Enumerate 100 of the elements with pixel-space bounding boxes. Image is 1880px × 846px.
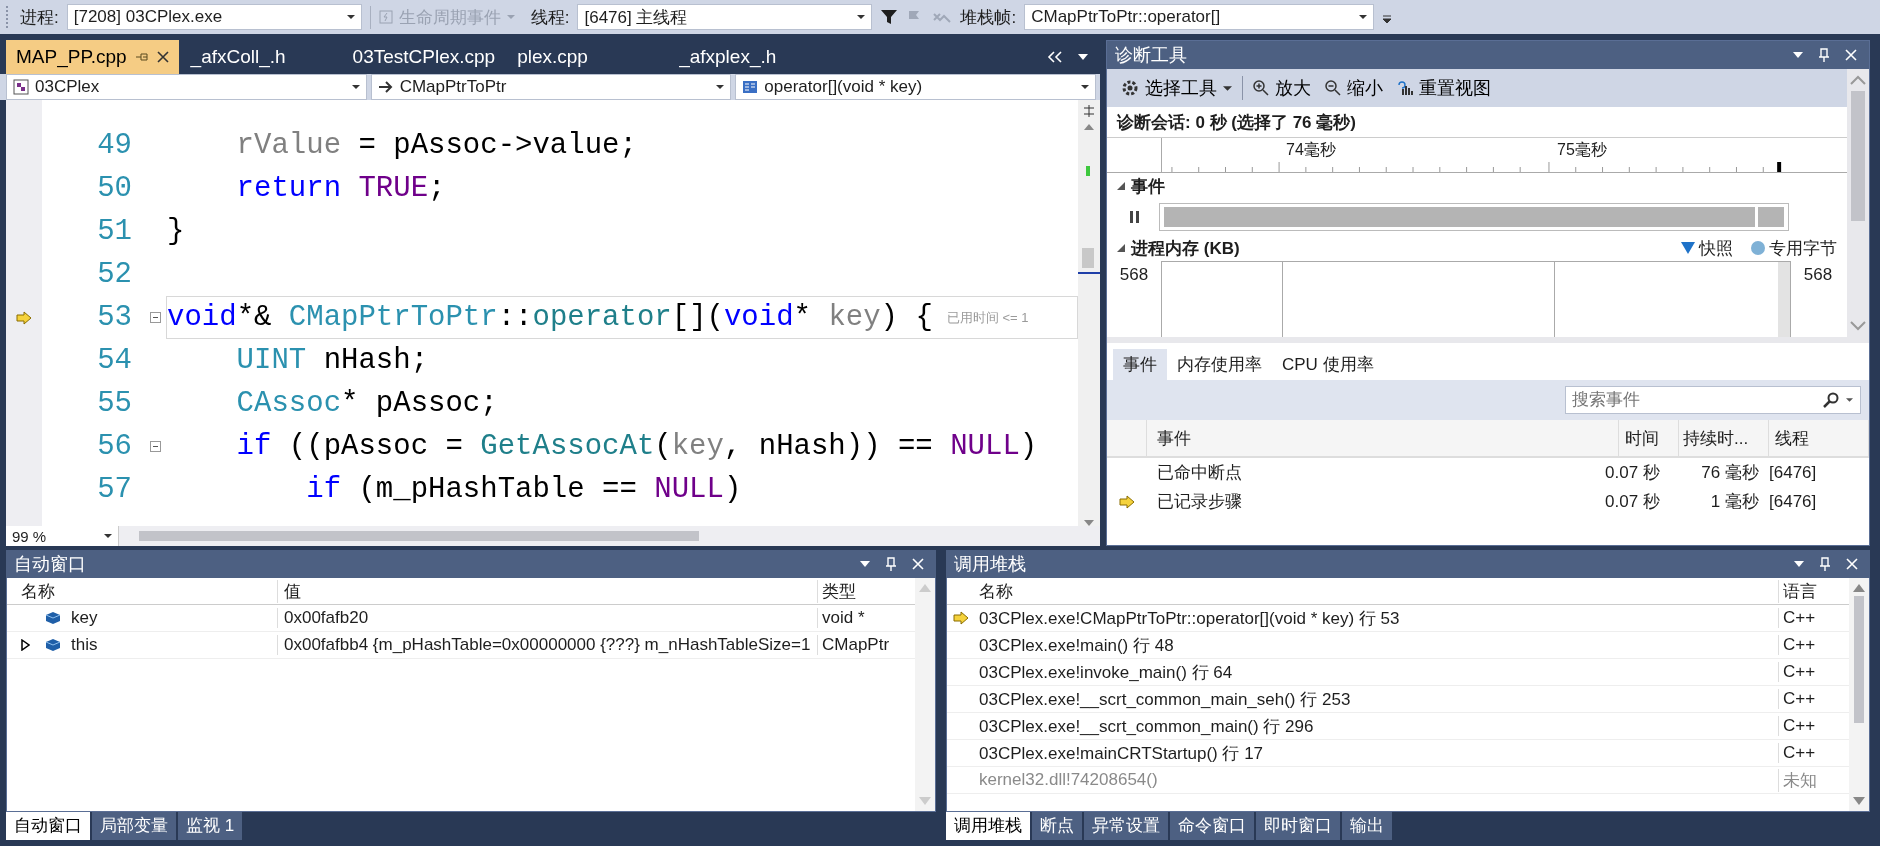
stack-frame[interactable]: 03CPlex.exe!main() 行 48: [975, 633, 1778, 657]
pin-icon[interactable]: [1819, 48, 1829, 62]
collapse-icon[interactable]: [1117, 182, 1125, 190]
caret-icon[interactable]: [1359, 15, 1368, 19]
code-line: CAssoc* pAssoc;: [235, 387, 498, 420]
scroll-tabs-icon[interactable]: [1046, 51, 1064, 63]
stack-frame[interactable]: 03CPlex.exe!__scrt_common_main_seh() 行 253: [975, 687, 1778, 711]
collapse-icon[interactable]: [1117, 244, 1125, 252]
scroll-up-icon[interactable]: [1853, 584, 1865, 592]
pin-icon[interactable]: [1820, 557, 1830, 571]
thread-label: 线程:: [530, 6, 570, 29]
panel-title: 诊断工具: [1115, 44, 1187, 67]
search-icon[interactable]: [1823, 392, 1839, 408]
split-icon[interactable]: [1082, 104, 1096, 118]
column-header[interactable]: 事件: [1147, 420, 1619, 456]
column-header[interactable]: 时间: [1619, 420, 1679, 456]
tool-window-tab[interactable]: 异常设置: [1084, 812, 1168, 840]
zoom-dropdown[interactable]: 99 %: [6, 526, 119, 546]
tool-window-tab[interactable]: 自动窗口: [6, 812, 90, 840]
process-label: 进程:: [20, 6, 59, 29]
caret-icon[interactable]: [346, 15, 355, 19]
pin-icon[interactable]: [134, 51, 149, 63]
column-header[interactable]: 名称: [7, 579, 277, 603]
line-number: 51: [96, 215, 133, 248]
tool-window-tab[interactable]: 命令窗口: [1170, 812, 1254, 840]
caret-icon[interactable]: [1846, 398, 1853, 402]
caret-icon[interactable]: [351, 85, 360, 89]
stack-frame[interactable]: 03CPlex.exe!__scrt_common_main() 行 296: [975, 714, 1778, 738]
caret-icon[interactable]: [716, 85, 725, 89]
table-cell-text: 1 毫秒: [1709, 491, 1760, 513]
variable-value: 0x00fafbb4 {m_pHashTable=0x00000000 {???} m_nHashTableSize=1: [277, 635, 817, 655]
vertical-scrollbar[interactable]: [1849, 578, 1869, 811]
caret-icon[interactable]: [104, 534, 112, 538]
code-line: return TRUE;: [235, 172, 446, 205]
navigation-dropdown[interactable]: CMapPtrToPtr: [370, 74, 732, 100]
variable-icon: [45, 611, 61, 625]
diagnostics-tab[interactable]: CPU 使用率: [1272, 349, 1384, 380]
navigation-dropdown[interactable]: operator[](void * key): [735, 74, 1096, 100]
document-tab[interactable]: _afxplex_.h: [669, 40, 830, 74]
tool-window-tab[interactable]: 监视 1: [178, 812, 243, 840]
column-header[interactable]: 持续时...: [1679, 420, 1769, 456]
stack-frame[interactable]: 03CPlex.exe!invoke_main() 行 64: [975, 660, 1778, 684]
panel-title: 自动窗口: [14, 553, 86, 576]
table-cell-text: [6476]: [1768, 491, 1818, 512]
method-icon: [742, 79, 759, 95]
document-tab[interactable]: plex.cpp: [507, 40, 668, 74]
column-header[interactable]: 值: [277, 579, 817, 603]
code-editor[interactable]: [6, 100, 1078, 526]
stack-frame[interactable]: 03CPlex.exe!mainCRTStartup() 行 17: [975, 741, 1778, 765]
document-tab[interactable]: MAP_PP.cpp: [6, 40, 179, 74]
caret-icon[interactable]: [857, 15, 866, 19]
collapse-icon[interactable]: [149, 312, 161, 323]
navigation-dropdown[interactable]: 03CPlex: [6, 74, 367, 100]
stack-frame[interactable]: kernel32.dll!74208654(): [975, 770, 1778, 790]
caret-icon[interactable]: [1081, 85, 1089, 89]
collapse-icon[interactable]: [149, 441, 161, 452]
dropdown-icon[interactable]: [1793, 52, 1803, 58]
dropdown-icon[interactable]: [860, 561, 870, 567]
thread-dropdown[interactable]: [6476] 主线程: [577, 4, 873, 30]
table-cell-text: 已记录步骤: [1156, 491, 1243, 513]
current-step-arrow-icon: [1119, 494, 1135, 509]
expand-icon[interactable]: [21, 639, 30, 651]
section-label: 事件: [1131, 175, 1165, 198]
select-tool-button[interactable]: 选择工具: [1117, 72, 1236, 104]
scroll-up-icon[interactable]: [1084, 124, 1094, 130]
ruler-label: 74毫秒: [1286, 140, 1336, 160]
tool-window-tab[interactable]: 局部变量: [92, 812, 176, 840]
pin-icon[interactable]: [886, 557, 896, 571]
legend-label: 快照: [1699, 237, 1733, 260]
search-field[interactable]: 搜索事件: [1565, 386, 1861, 414]
line-number: 53: [96, 301, 133, 334]
process-dropdown[interactable]: [7208] 03CPlex.exe: [66, 4, 362, 30]
stack-frame[interactable]: 03CPlex.exe!CMapPtrToPtr::operator[](void * key) 行 53: [975, 606, 1778, 630]
zoom-in-button[interactable]: 放大: [1249, 72, 1315, 104]
ruler-label: 75毫秒: [1557, 140, 1607, 160]
tool-window-tab[interactable]: 调用堆栈: [946, 812, 1030, 840]
reset-view-button[interactable]: 重置视图: [1393, 72, 1495, 104]
tab-menu-icon[interactable]: [1078, 54, 1088, 60]
close-icon[interactable]: [156, 51, 169, 63]
scroll-thumb[interactable]: [1082, 248, 1094, 268]
filter-icon[interactable]: [880, 8, 899, 26]
caret-icon: [506, 15, 515, 19]
line-number: 49: [96, 129, 133, 162]
diagnostics-tab[interactable]: 内存使用率: [1167, 349, 1272, 380]
scroll-down-icon[interactable]: [1853, 797, 1865, 805]
diagnostics-tab[interactable]: 事件: [1113, 349, 1167, 380]
document-tab[interactable]: 03TestCPlex.cpp: [342, 40, 506, 74]
tool-window-tab[interactable]: 断点: [1032, 812, 1082, 840]
pause-icon[interactable]: [1129, 210, 1141, 224]
stack-frame-dropdown[interactable]: CMapPtrToPtr::operator[]: [1024, 4, 1375, 30]
vertical-scrollbar[interactable]: [1078, 100, 1100, 526]
column-header[interactable]: 名称: [975, 579, 1778, 603]
dropdown-icon[interactable]: [1794, 561, 1804, 567]
document-tab[interactable]: _afxColl_.h: [180, 40, 341, 74]
zoom-out-button[interactable]: 缩小: [1321, 72, 1387, 104]
project-icon: [13, 79, 29, 95]
tool-window-tab[interactable]: 即时窗口: [1256, 812, 1340, 840]
column-header[interactable]: 线程: [1769, 420, 1869, 456]
tool-window-tab[interactable]: 输出: [1342, 812, 1392, 840]
zoom-out-icon: [1325, 80, 1341, 96]
